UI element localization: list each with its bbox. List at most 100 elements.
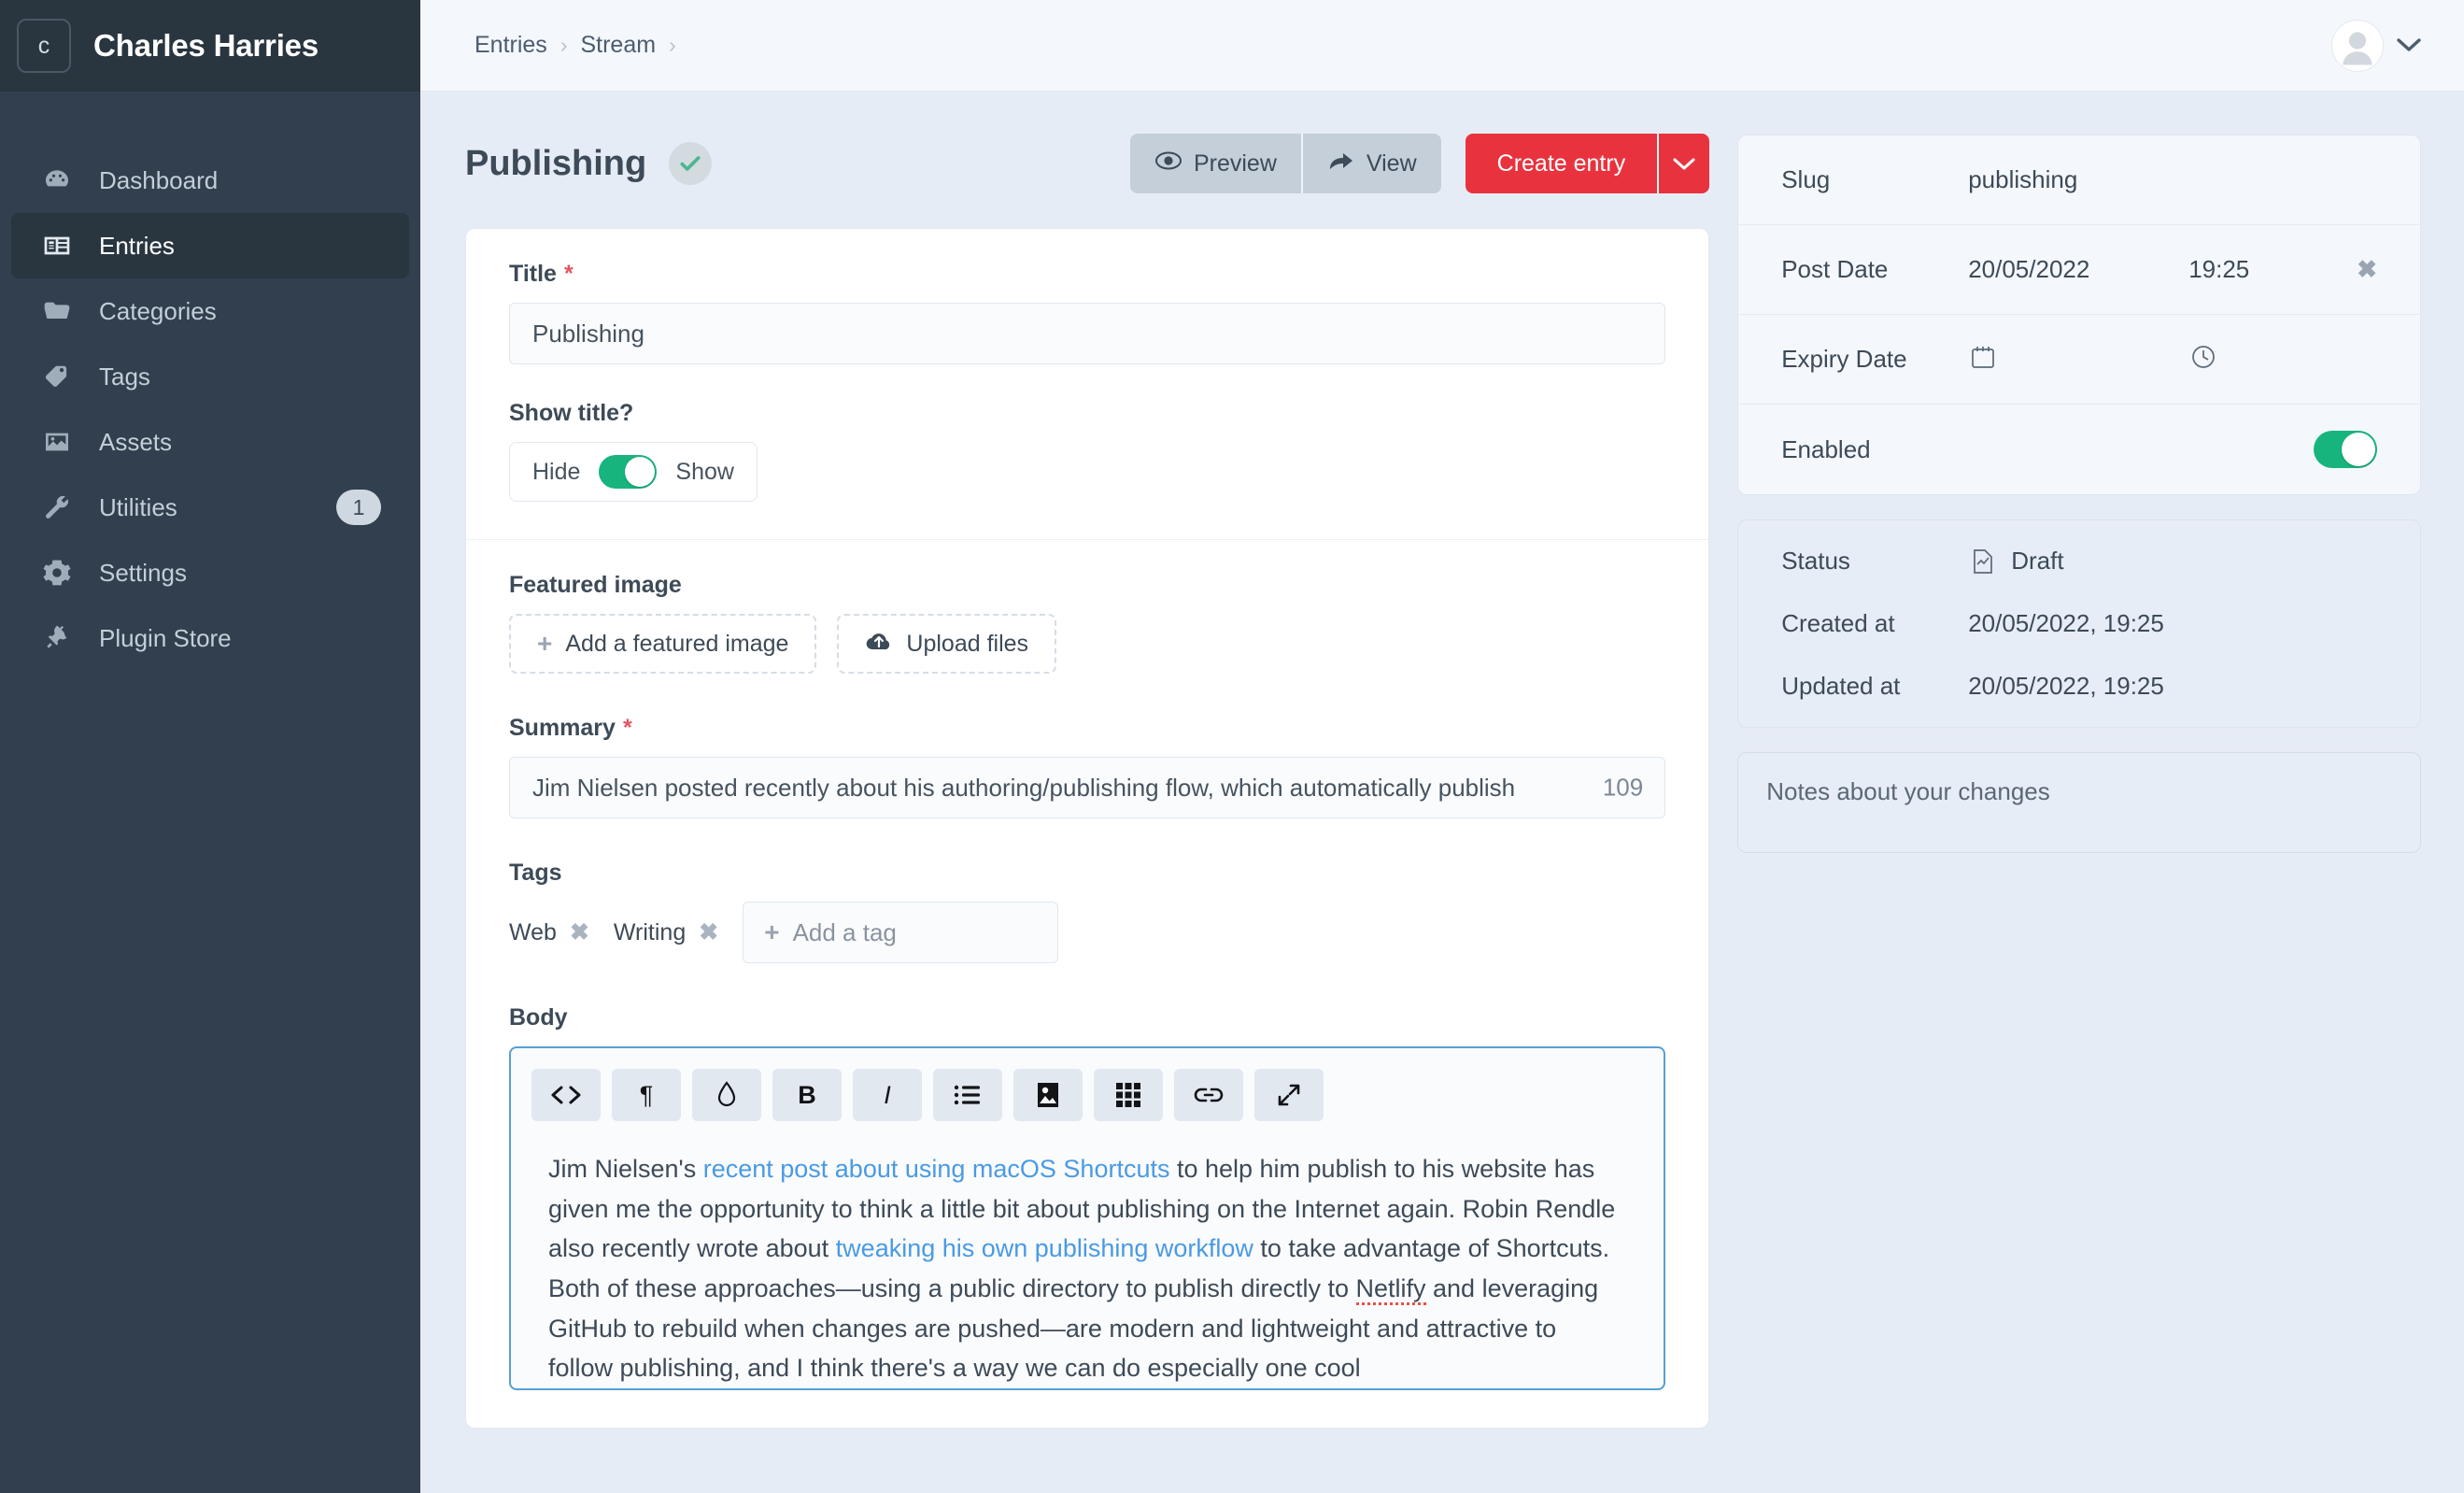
post-date-value[interactable]: 20/05/2022	[1968, 255, 2188, 284]
chevron-right-icon: ›	[559, 33, 568, 57]
page-header: Publishing Preview View Create entry	[465, 134, 1710, 193]
droplet-icon[interactable]	[692, 1069, 761, 1121]
sidebar-item-entries[interactable]: Entries	[11, 213, 409, 278]
chevron-down-icon[interactable]	[2397, 34, 2421, 58]
chevron-right-icon: ›	[669, 33, 676, 57]
gear-icon	[39, 557, 75, 589]
expiry-date-row: Expiry Date	[1738, 315, 2420, 405]
sidebar-item-categories[interactable]: Categories	[11, 278, 409, 344]
tag-icon	[39, 361, 75, 392]
body-editor[interactable]: ¶ B I Jim Nielsen's recent post about us…	[509, 1046, 1666, 1390]
sidebar-item-label: Tags	[99, 362, 150, 391]
show-label: Show	[675, 458, 734, 485]
enabled-switch[interactable]	[2314, 431, 2377, 468]
title-input[interactable]	[509, 303, 1666, 364]
status-badge: Draft	[1968, 547, 2064, 576]
show-title-label-text: Show title?	[509, 400, 634, 426]
sidebar-item-plugin-store[interactable]: Plugin Store	[11, 605, 409, 671]
clear-post-date-icon[interactable]: ✖	[2357, 255, 2377, 284]
expiry-date-value[interactable]	[1968, 342, 2188, 377]
post-date-label: Post Date	[1781, 255, 1889, 283]
summary-label-text: Summary	[509, 715, 616, 741]
editor-toolbar: ¶ B I	[511, 1048, 1664, 1140]
add-featured-image-label: Add a featured image	[565, 630, 789, 657]
summary-input[interactable]	[509, 757, 1666, 818]
slug-label: Slug	[1781, 165, 1831, 193]
share-arrow-icon	[1327, 149, 1355, 178]
sidebar-item-assets[interactable]: Assets	[11, 409, 409, 475]
status-value: Draft	[2011, 547, 2064, 575]
dashboard-icon	[39, 164, 75, 196]
show-title-switch[interactable]	[599, 455, 658, 489]
create-entry-dropdown-button[interactable]	[1657, 134, 1710, 193]
preview-button[interactable]: Preview	[1129, 134, 1301, 193]
breadcrumb-item-stream[interactable]: Stream	[580, 32, 656, 59]
check-icon	[669, 142, 713, 185]
featured-image-actions: + Add a featured image Upload files	[509, 614, 1665, 674]
content-section: Featured image + Add a featured image Up…	[466, 540, 1708, 1428]
post-time-value[interactable]: 19:25	[2188, 255, 2357, 284]
sidebar-item-tags[interactable]: Tags	[11, 344, 409, 409]
code-icon[interactable]	[531, 1069, 601, 1121]
sidebar: c Charles Harries Dashboard Entries Cate…	[0, 0, 420, 1493]
show-title-toggle-group[interactable]: Hide Show	[509, 442, 758, 502]
remove-tag-icon[interactable]: ✖	[570, 918, 589, 946]
user-menu[interactable]	[2331, 19, 2421, 72]
switch-knob	[2342, 433, 2375, 466]
entries-icon	[39, 230, 75, 262]
view-button[interactable]: View	[1302, 134, 1441, 193]
clock-icon[interactable]	[2188, 342, 2218, 372]
created-at-value: 20/05/2022, 19:25	[1968, 609, 2164, 637]
created-at-row: Created at 20/05/2022, 19:25	[1738, 592, 2420, 655]
remove-tag-icon[interactable]: ✖	[699, 918, 718, 946]
body-link-2[interactable]: tweaking his own publishing workflow	[836, 1234, 1253, 1262]
breadcrumb: Entries › Stream ›	[474, 32, 676, 59]
upload-cloud-icon	[865, 629, 893, 660]
brand-header[interactable]: c Charles Harries	[0, 0, 420, 92]
tags-field-label: Tags	[509, 860, 1665, 887]
tag-chip-writing: Writing ✖	[614, 918, 718, 946]
breadcrumb-item-entries[interactable]: Entries	[474, 32, 547, 59]
main-area: Entries › Stream › Publishing Preview Vi…	[420, 0, 2464, 1493]
notes-textarea[interactable]: Notes about your changes	[1737, 752, 2421, 853]
expand-icon[interactable]	[1254, 1069, 1324, 1121]
image-icon[interactable]	[1013, 1069, 1083, 1121]
bold-icon[interactable]: B	[772, 1069, 842, 1121]
switch-knob	[625, 457, 656, 487]
editor-column: Publishing Preview View Create entry Tit…	[465, 134, 1710, 1493]
add-featured-image-button[interactable]: + Add a featured image	[509, 614, 817, 674]
sidebar-item-label: Assets	[99, 427, 173, 456]
featured-image-label-text: Featured image	[509, 572, 682, 598]
preview-label: Preview	[1193, 149, 1277, 177]
tag-label: Writing	[613, 918, 687, 946]
link-icon[interactable]	[1174, 1069, 1243, 1121]
plug-icon	[39, 622, 75, 654]
create-entry-button[interactable]: Create entry	[1465, 134, 1658, 193]
slug-value[interactable]: publishing	[1968, 165, 2077, 194]
grid-icon[interactable]	[1094, 1069, 1163, 1121]
expiry-time-value[interactable]	[2188, 342, 2357, 377]
add-tag-input[interactable]: + Add a tag	[743, 902, 1059, 963]
bullet-list-icon[interactable]	[933, 1069, 1002, 1121]
sidebar-item-settings[interactable]: Settings	[11, 540, 409, 605]
misspelled-word: Netlify	[1355, 1273, 1426, 1305]
required-marker: *	[563, 261, 574, 287]
summary-input-wrap: 109	[509, 757, 1666, 818]
title-field-label: Title *	[509, 261, 1665, 288]
upload-files-button[interactable]: Upload files	[837, 614, 1057, 674]
required-marker: *	[622, 715, 632, 741]
updated-at-value: 20/05/2022, 19:25	[1968, 672, 2164, 700]
title-label-text: Title	[509, 261, 557, 287]
body-text[interactable]: Jim Nielsen's recent post about using ma…	[511, 1140, 1664, 1388]
tag-chip-web: Web ✖	[509, 918, 589, 946]
updated-at-label: Updated at	[1781, 672, 1901, 700]
updated-at-row: Updated at 20/05/2022, 19:25	[1738, 655, 2420, 718]
body-link-1[interactable]: recent post about using macOS Shortcuts	[703, 1155, 1170, 1183]
paragraph-icon[interactable]: ¶	[612, 1069, 681, 1121]
sidebar-item-dashboard[interactable]: Dashboard	[11, 148, 409, 213]
italic-icon[interactable]: I	[853, 1069, 922, 1121]
enabled-row: Enabled	[1738, 405, 2420, 494]
calendar-icon[interactable]	[1968, 342, 1998, 372]
sidebar-item-utilities[interactable]: Utilities 1	[11, 475, 409, 540]
upload-files-label: Upload files	[906, 630, 1029, 657]
